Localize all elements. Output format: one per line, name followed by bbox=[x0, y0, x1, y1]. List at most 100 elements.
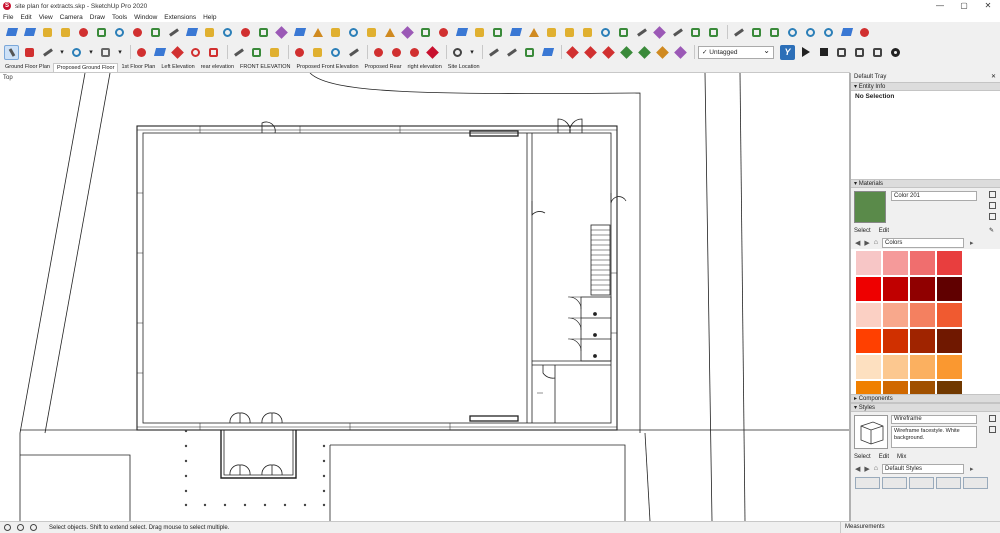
drawing-viewport[interactable]: Top bbox=[0, 73, 850, 521]
grid-snap-icon[interactable] bbox=[562, 25, 577, 40]
top-view-icon[interactable] bbox=[22, 25, 37, 40]
materials-library-dropdown[interactable]: Colors bbox=[882, 237, 965, 248]
face-icon[interactable] bbox=[130, 25, 145, 40]
extrude-icon[interactable] bbox=[454, 25, 469, 40]
material-swatch[interactable] bbox=[937, 251, 962, 275]
eyedropper-icon[interactable]: ✎ bbox=[989, 226, 994, 236]
scene-tab-site-location[interactable]: Site Location bbox=[445, 63, 483, 71]
flask-icon[interactable] bbox=[292, 25, 307, 40]
scene-tab-rear-elevation[interactable]: rear elevation bbox=[198, 63, 237, 71]
scene-update-icon[interactable] bbox=[870, 45, 885, 60]
style-thumbnail[interactable] bbox=[936, 477, 961, 489]
style-thumbnail[interactable] bbox=[909, 477, 934, 489]
scene-tab-ground-floor-plan[interactable]: Ground Floor Plan bbox=[2, 63, 53, 71]
material-preview[interactable] bbox=[854, 191, 886, 223]
pencil-line-icon[interactable] bbox=[40, 45, 55, 60]
follow-me-icon[interactable] bbox=[472, 25, 487, 40]
zoom-extents-icon[interactable] bbox=[346, 45, 361, 60]
scene-tab-left-elevation[interactable]: Left Elevation bbox=[158, 63, 197, 71]
menu-window[interactable]: Window bbox=[134, 14, 157, 21]
material-swatch[interactable] bbox=[883, 303, 908, 327]
left-view-icon[interactable] bbox=[94, 25, 109, 40]
styles-header[interactable]: Styles bbox=[851, 403, 1000, 412]
maximize-button[interactable]: ▢ bbox=[952, 0, 976, 12]
scene-prev-icon[interactable] bbox=[834, 45, 849, 60]
display-section-icon[interactable] bbox=[504, 45, 519, 60]
dotted-circle-icon[interactable] bbox=[598, 25, 613, 40]
array-icon[interactable] bbox=[706, 25, 721, 40]
material-swatch[interactable] bbox=[937, 277, 962, 301]
back-arrow-icon[interactable]: ◀ bbox=[855, 239, 860, 247]
plus-icon[interactable] bbox=[256, 25, 271, 40]
material-create-icon[interactable] bbox=[989, 191, 996, 198]
solid-icon[interactable] bbox=[148, 25, 163, 40]
style-wireframe-icon[interactable] bbox=[601, 45, 616, 60]
add-detail-icon[interactable] bbox=[418, 25, 433, 40]
right-view-icon[interactable] bbox=[58, 25, 73, 40]
scale-tool-icon[interactable] bbox=[206, 45, 221, 60]
section-cut-icon[interactable] bbox=[522, 45, 537, 60]
styles-home-icon[interactable]: ⌂ bbox=[874, 465, 878, 472]
cut-icon[interactable] bbox=[731, 25, 746, 40]
eraser-icon[interactable] bbox=[22, 45, 37, 60]
material-swatch[interactable] bbox=[910, 303, 935, 327]
style-thumbnail[interactable] bbox=[855, 477, 880, 489]
orbit-icon[interactable] bbox=[292, 45, 307, 60]
geo-location-icon[interactable] bbox=[450, 45, 465, 60]
warehouse-icon[interactable] bbox=[839, 25, 854, 40]
select-arrow-icon[interactable] bbox=[4, 44, 19, 60]
joint-push-icon[interactable] bbox=[508, 25, 523, 40]
material-swatch[interactable] bbox=[856, 277, 881, 301]
grid-icon[interactable] bbox=[544, 25, 559, 40]
push-pull-icon[interactable] bbox=[134, 45, 149, 60]
entity-info-header[interactable]: Entity Info bbox=[851, 82, 1000, 91]
rotate-icon[interactable] bbox=[188, 45, 203, 60]
undo-icon[interactable] bbox=[803, 25, 818, 40]
tape-measure-icon[interactable] bbox=[231, 45, 246, 60]
material-swatch[interactable] bbox=[910, 355, 935, 379]
user-icon[interactable] bbox=[30, 524, 37, 531]
style-xray-icon[interactable] bbox=[565, 45, 580, 60]
tag-tool-icon[interactable]: Y bbox=[780, 44, 795, 60]
gear-icon[interactable] bbox=[888, 45, 903, 60]
style-hidden-line-icon[interactable] bbox=[619, 45, 634, 60]
stamp-icon[interactable] bbox=[328, 25, 343, 40]
material-swatch[interactable] bbox=[856, 303, 881, 327]
material-default-icon[interactable] bbox=[989, 202, 996, 209]
move-axis-icon[interactable] bbox=[274, 25, 289, 40]
materials-tab-select[interactable]: Select bbox=[854, 226, 871, 236]
style-thumbnail[interactable] bbox=[963, 477, 988, 489]
menu-tools[interactable]: Tools bbox=[112, 14, 127, 21]
styles-details-arrow-icon[interactable]: ▸ bbox=[970, 465, 974, 473]
scene-tab-proposed-ground-floor[interactable]: Proposed Ground Floor bbox=[52, 62, 119, 72]
style-create-icon[interactable] bbox=[989, 415, 996, 422]
styles-tab-select[interactable]: Select bbox=[854, 452, 871, 462]
scene-tab-right-elevation[interactable]: right elevation bbox=[405, 63, 445, 71]
arc-icon[interactable] bbox=[69, 45, 84, 60]
materials-header[interactable]: Materials bbox=[851, 179, 1000, 188]
grid-large-icon[interactable] bbox=[580, 25, 595, 40]
share-component-icon[interactable] bbox=[389, 45, 404, 60]
tag-dropdown[interactable]: ✓ Untagged bbox=[698, 45, 774, 59]
material-swatch[interactable] bbox=[883, 381, 908, 394]
material-swatch[interactable] bbox=[856, 355, 881, 379]
material-name-field[interactable]: Color 201 bbox=[891, 191, 977, 201]
style-shaded-icon[interactable] bbox=[637, 45, 652, 60]
geo-dropdown-icon[interactable]: ▾ bbox=[468, 45, 476, 60]
extension-warehouse-icon[interactable] bbox=[857, 25, 872, 40]
paint-bucket-icon[interactable] bbox=[267, 45, 282, 60]
undo-arc-icon[interactable] bbox=[112, 25, 127, 40]
menu-camera[interactable]: Camera bbox=[60, 14, 83, 21]
round-corner-icon[interactable] bbox=[490, 25, 505, 40]
pipe-icon[interactable] bbox=[184, 25, 199, 40]
text-tool-icon[interactable] bbox=[249, 45, 264, 60]
smoove-icon[interactable] bbox=[382, 25, 397, 40]
material-swatch[interactable] bbox=[856, 381, 881, 394]
details-arrow-icon[interactable]: ▸ bbox=[970, 239, 974, 247]
measurements-box[interactable]: Measurements bbox=[840, 521, 1000, 533]
material-swatch[interactable] bbox=[883, 277, 908, 301]
redo-icon[interactable] bbox=[821, 25, 836, 40]
section-fill-icon[interactable] bbox=[540, 45, 555, 60]
warning-icon[interactable] bbox=[310, 25, 325, 40]
material-swatch[interactable] bbox=[937, 381, 962, 394]
